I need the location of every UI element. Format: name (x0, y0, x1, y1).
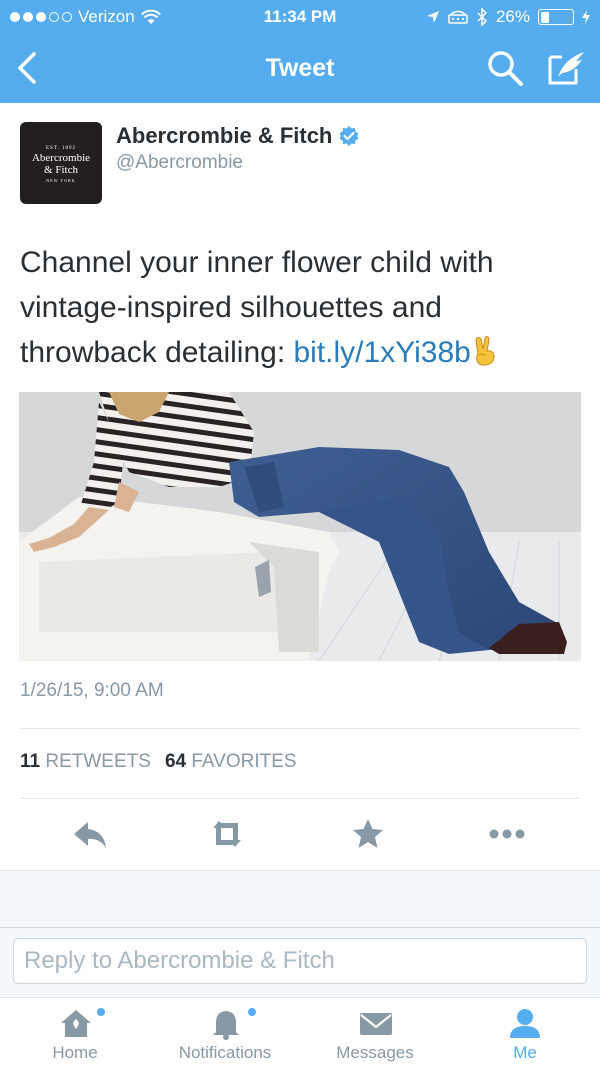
retweets-count: 11 (20, 751, 41, 772)
tty-icon (448, 10, 468, 24)
photo-illustration (19, 392, 581, 661)
notifications-dot (248, 1008, 256, 1016)
author-name[interactable]: Abercrombie & Fitch (116, 123, 332, 149)
reply-input[interactable] (13, 938, 587, 984)
author-handle[interactable]: @Abercrombie (116, 152, 243, 174)
avatar[interactable]: EST. 1892 Abercrombie & Fitch NEW YORK (20, 122, 102, 204)
reply-icon[interactable] (70, 816, 110, 852)
tweet-photo[interactable] (19, 392, 581, 661)
navigation-bar: Tweet (0, 36, 600, 103)
retweet-icon[interactable] (207, 816, 247, 852)
favorite-icon[interactable] (348, 816, 388, 852)
retweets-label: RETWEETS (45, 751, 151, 772)
avatar-city: NEW YORK (46, 178, 76, 183)
envelope-icon (360, 1013, 392, 1035)
tab-me[interactable]: Me (475, 998, 575, 1067)
avatar-line1: Abercrombie (31, 152, 91, 164)
avatar-est: EST. 1892 (45, 146, 77, 151)
tab-messages[interactable]: Messages (325, 998, 425, 1067)
favorites-count: 64 (164, 751, 187, 772)
location-icon (426, 11, 439, 23)
charging-icon (582, 10, 590, 24)
retweets-stat[interactable]: 11 RETWEETS (20, 751, 151, 773)
divider (20, 728, 580, 729)
tab-home-label: Home (52, 1043, 98, 1062)
battery-icon (538, 9, 574, 25)
verified-badge-icon (339, 126, 359, 146)
home-icon (61, 1010, 91, 1037)
tab-notifications-label: Notifications (178, 1043, 272, 1062)
tab-me-label: Me (513, 1043, 537, 1062)
battery-percent: 26% (495, 7, 530, 26)
tweet-text: Channel your inner flower child with vin… (20, 240, 580, 375)
top-bar: Verizon 11:34 PM 26% Tweet (0, 0, 600, 103)
reply-bar (0, 927, 600, 997)
battery-level (540, 11, 549, 23)
tab-notifications[interactable]: Notifications (160, 998, 290, 1067)
divider (20, 798, 580, 799)
search-icon[interactable] (486, 49, 524, 87)
author-name-row[interactable]: Abercrombie & Fitch (116, 123, 360, 149)
favorites-stat[interactable]: 64 FAVORITES (165, 751, 297, 773)
tweet-timestamp: 1/26/15, 9:00 AM (20, 680, 164, 701)
victory-hand-emoji (475, 336, 495, 366)
tweet-stats: 11 RETWEETS 64 FAVORITES (20, 751, 297, 773)
person-icon (510, 1009, 540, 1038)
bluetooth-icon (477, 8, 488, 26)
tab-bar: Home Notifications Messages Me (0, 997, 600, 1067)
tweet-link[interactable]: bit.ly/1xYi38b (294, 336, 471, 369)
status-right: 26% (426, 7, 590, 27)
tab-home[interactable]: Home (25, 998, 125, 1067)
tab-messages-label: Messages (336, 1043, 414, 1062)
spacer-area (0, 870, 600, 927)
bell-icon (213, 1011, 239, 1040)
more-icon[interactable] (487, 816, 527, 852)
status-bar: Verizon 11:34 PM 26% (0, 0, 600, 36)
compose-icon[interactable] (546, 49, 586, 87)
favorites-label: FAVORITES (191, 751, 297, 772)
home-notification-dot (97, 1008, 105, 1016)
avatar-line2: & Fitch (44, 164, 78, 176)
